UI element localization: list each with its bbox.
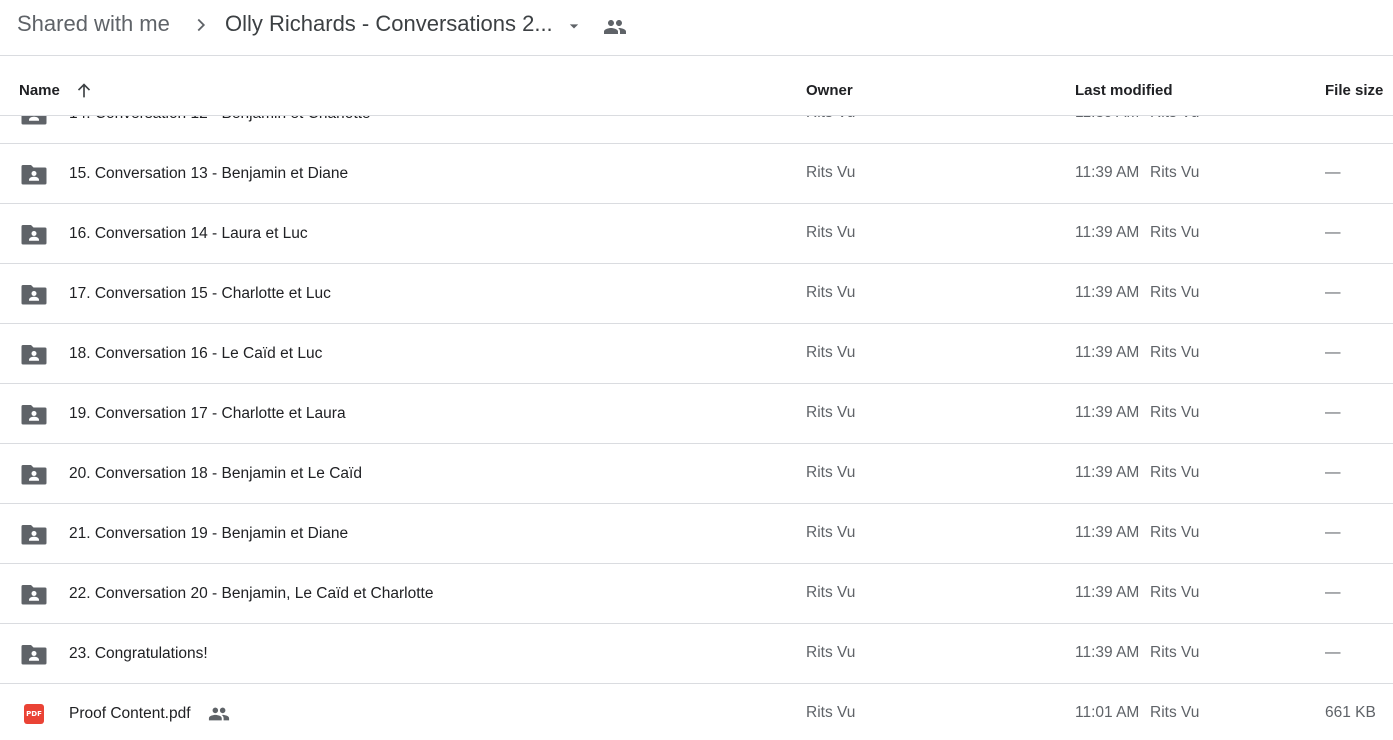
- file-name[interactable]: 17. Conversation 15 - Charlotte et Luc: [69, 285, 331, 303]
- file-modified-time: 11:39 AM: [1075, 584, 1140, 601]
- chevron-right-icon: [197, 18, 206, 32]
- file-modified-by: Rits Vu: [1150, 224, 1200, 241]
- file-owner: Rits Vu: [806, 704, 856, 721]
- file-list: 14. Conversation 12 - Benjamin et Charlo…: [0, 84, 1393, 740]
- file-size: —: [1325, 524, 1341, 541]
- file-name[interactable]: 20. Conversation 18 - Benjamin et Le Caï…: [69, 465, 362, 483]
- file-owner: Rits Vu: [806, 464, 856, 481]
- file-modified-time: 11:39 AM: [1075, 344, 1140, 361]
- column-header-file-size: File size: [1325, 82, 1384, 99]
- file-size: —: [1325, 164, 1341, 181]
- file-size: —: [1325, 644, 1341, 661]
- file-modified-by: Rits Vu: [1150, 584, 1200, 601]
- table-row[interactable]: PDF Proof Content.pdf Rits Vu 11:01 AM R…: [0, 684, 1393, 740]
- file-modified-by: Rits Vu: [1150, 164, 1200, 181]
- file-name[interactable]: 23. Congratulations!: [69, 645, 208, 663]
- file-name[interactable]: 15. Conversation 13 - Benjamin et Diane: [69, 165, 348, 183]
- table-row[interactable]: 19. Conversation 17 - Charlotte et Laura…: [0, 384, 1393, 444]
- shared-folder-icon: [21, 645, 47, 665]
- file-owner: Rits Vu: [806, 644, 856, 661]
- table-row[interactable]: 22. Conversation 20 - Benjamin, Le Caïd …: [0, 564, 1393, 624]
- breadcrumb-bar: Shared with me Olly Richards - Conversat…: [0, 0, 1393, 56]
- pdf-icon: PDF: [24, 704, 44, 724]
- people-icon: [604, 20, 626, 34]
- table-row[interactable]: 20. Conversation 18 - Benjamin et Le Caï…: [0, 444, 1393, 504]
- shared-folder-icon: [21, 285, 47, 305]
- file-name[interactable]: Proof Content.pdf: [69, 705, 191, 723]
- file-size: —: [1325, 404, 1341, 421]
- breadcrumb-shared-with-me[interactable]: Shared with me: [17, 11, 170, 37]
- file-owner: Rits Vu: [806, 224, 856, 241]
- file-modified-time: 11:01 AM: [1075, 704, 1140, 721]
- file-modified-by: Rits Vu: [1150, 344, 1200, 361]
- column-header: Name Owner Last modified File size: [0, 56, 1393, 116]
- file-modified-by: Rits Vu: [1150, 704, 1200, 721]
- file-modified-time: 11:39 AM: [1075, 524, 1140, 541]
- file-modified-time: 11:39 AM: [1075, 404, 1140, 421]
- table-row[interactable]: 16. Conversation 14 - Laura et Luc Rits …: [0, 204, 1393, 264]
- file-owner: Rits Vu: [806, 404, 856, 421]
- file-owner: Rits Vu: [806, 164, 856, 181]
- column-header-name[interactable]: Name: [19, 82, 60, 99]
- people-icon: [208, 707, 230, 721]
- caret-down-icon[interactable]: [564, 16, 584, 36]
- file-name[interactable]: 22. Conversation 20 - Benjamin, Le Caïd …: [69, 585, 433, 603]
- shared-folder-icon: [21, 465, 47, 485]
- file-modified-by: Rits Vu: [1150, 404, 1200, 421]
- file-size: —: [1325, 584, 1341, 601]
- shared-folder-icon: [21, 525, 47, 545]
- file-name[interactable]: 18. Conversation 16 - Le Caïd et Luc: [69, 345, 322, 363]
- file-modified-time: 11:39 AM: [1075, 224, 1140, 241]
- table-row[interactable]: 15. Conversation 13 - Benjamin et Diane …: [0, 144, 1393, 204]
- shared-folder-icon: [21, 345, 47, 365]
- file-owner: Rits Vu: [806, 344, 856, 361]
- file-modified-time: 11:39 AM: [1075, 284, 1140, 301]
- column-header-last-modified[interactable]: Last modified: [1075, 82, 1173, 99]
- file-size: —: [1325, 284, 1341, 301]
- table-row[interactable]: 21. Conversation 19 - Benjamin et Diane …: [0, 504, 1393, 564]
- file-owner: Rits Vu: [806, 584, 856, 601]
- file-size: —: [1325, 224, 1341, 241]
- column-header-owner: Owner: [806, 82, 853, 99]
- file-modified-time: 11:39 AM: [1075, 644, 1140, 661]
- table-row[interactable]: 18. Conversation 16 - Le Caïd et Luc Rit…: [0, 324, 1393, 384]
- file-name[interactable]: 21. Conversation 19 - Benjamin et Diane: [69, 525, 348, 543]
- file-size: —: [1325, 344, 1341, 361]
- file-size: 661 KB: [1325, 704, 1376, 721]
- file-owner: Rits Vu: [806, 524, 856, 541]
- shared-folder-icon: [21, 165, 47, 185]
- shared-folder-icon: [21, 585, 47, 605]
- file-modified-time: 11:39 AM: [1075, 464, 1140, 481]
- file-owner: Rits Vu: [806, 284, 856, 301]
- file-modified-by: Rits Vu: [1150, 464, 1200, 481]
- file-size: —: [1325, 464, 1341, 481]
- file-modified-by: Rits Vu: [1150, 284, 1200, 301]
- shared-folder-icon: [21, 405, 47, 425]
- breadcrumb-current-folder[interactable]: Olly Richards - Conversations 2...: [225, 11, 553, 37]
- shared-folder-icon: [21, 225, 47, 245]
- arrow-up-icon[interactable]: [73, 80, 95, 102]
- file-name[interactable]: 16. Conversation 14 - Laura et Luc: [69, 225, 308, 243]
- file-modified-time: 11:39 AM: [1075, 164, 1140, 181]
- table-row[interactable]: 17. Conversation 15 - Charlotte et Luc R…: [0, 264, 1393, 324]
- file-modified-by: Rits Vu: [1150, 524, 1200, 541]
- file-modified-by: Rits Vu: [1150, 644, 1200, 661]
- table-row[interactable]: 23. Congratulations! Rits Vu 11:39 AM Ri…: [0, 624, 1393, 684]
- file-name[interactable]: 19. Conversation 17 - Charlotte et Laura: [69, 405, 346, 423]
